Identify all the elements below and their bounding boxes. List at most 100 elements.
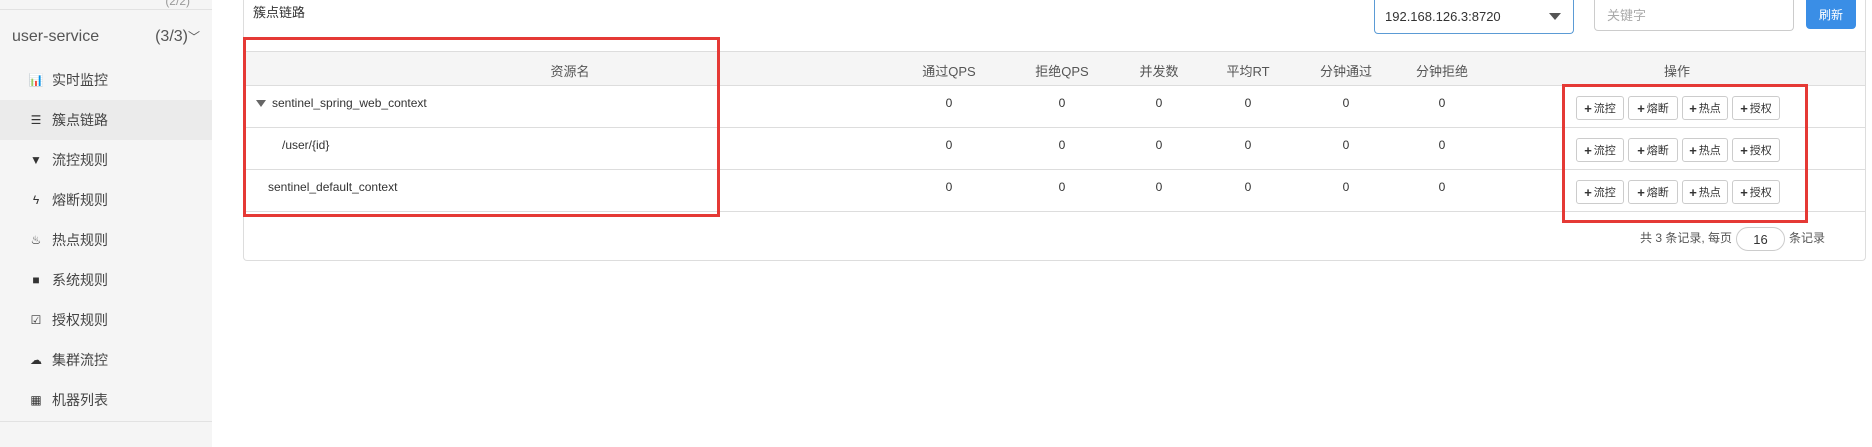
flow-rule-button[interactable]: + 流控	[1576, 180, 1624, 204]
sidebar-item-label: 流控规则	[52, 152, 108, 168]
metric-cell: 0	[1155, 138, 1163, 152]
col-resource-name: 资源名	[550, 64, 590, 79]
caret-down-icon	[1549, 13, 1561, 20]
action-label: 流控	[1593, 103, 1616, 115]
cloud-icon: ☁	[30, 353, 42, 367]
flash-icon: ϟ	[32, 193, 40, 207]
action-label: 热点	[1698, 145, 1721, 157]
sidebar-item-label: 簇点链路	[52, 112, 108, 128]
sidebar-item-label: 授权规则	[52, 312, 108, 328]
metric-cell: 0	[945, 96, 953, 110]
sidebar-item-1[interactable]: ☰ 簇点链路	[0, 100, 212, 140]
degrade-rule-button[interactable]: + 熔断	[1628, 180, 1678, 204]
bar-chart-icon: 📊	[28, 73, 44, 87]
plus-icon: +	[1637, 100, 1645, 116]
sidebar-item-8[interactable]: ▦ 机器列表	[0, 380, 212, 420]
metric-cell: 0	[1244, 96, 1252, 110]
page-size-input[interactable]	[1736, 227, 1785, 251]
caret-down-icon[interactable]	[256, 100, 266, 108]
metric-cell: 0	[1342, 96, 1350, 110]
sidebar-item-6[interactable]: ☑ 授权规则	[0, 300, 212, 340]
hotspot-rule-button[interactable]: + 热点	[1682, 138, 1728, 162]
metric-cell: 0	[1342, 138, 1350, 152]
check-icon: ☑	[30, 313, 42, 327]
sidebar-item-4[interactable]: ♨ 热点规则	[0, 220, 212, 260]
sidebar-item-3[interactable]: ϟ 熔断规则	[0, 180, 212, 220]
sidebar-item-0[interactable]: 📊 实时监控	[0, 60, 212, 100]
col-avg-rt: 平均RT	[1226, 64, 1270, 79]
metric-cell: 0	[1058, 180, 1066, 194]
metric-cell: 0	[1438, 96, 1446, 110]
list-icon: ☰	[30, 113, 42, 127]
authority-rule-button[interactable]: + 授权	[1732, 138, 1780, 162]
col-actions: 操作	[1663, 64, 1691, 79]
previous-app-count: (2/2)	[165, 0, 190, 8]
metric-cell: 0	[1342, 180, 1350, 194]
sidebar-item-5[interactable]: ■ 系统规则	[0, 260, 212, 300]
action-label: 热点	[1698, 187, 1721, 199]
authority-rule-button[interactable]: + 授权	[1732, 96, 1780, 120]
sidebar: (2/2) user-service (3/3) ﹀ 📊 实时监控 ☰ 簇点链路 ▼ 流控…	[0, 0, 212, 447]
sidebar-item-label: 熔断规则	[52, 192, 108, 208]
action-label: 熔断	[1646, 145, 1669, 157]
flow-rule-button[interactable]: + 流控	[1576, 138, 1624, 162]
resource-name: sentinel_spring_web_context	[272, 96, 427, 110]
machine-select-value: 192.168.126.3:8720	[1385, 9, 1501, 24]
previous-app-row: (2/2)	[0, 0, 212, 10]
sidebar-item-label: 机器列表	[52, 392, 108, 408]
sidebar-item-2[interactable]: ▼ 流控规则	[0, 140, 212, 180]
machine-select[interactable]: 192.168.126.3:8720	[1374, 0, 1574, 34]
sidebar-item-label: 集群流控	[52, 352, 108, 368]
action-label: 熔断	[1646, 187, 1669, 199]
plus-icon: +	[1740, 142, 1748, 158]
table-row: sentinel_default_context 0 0 0 0 0 0 + 流控 + 熔断 + 热点 +…	[244, 170, 1865, 212]
hotspot-rule-button[interactable]: + 热点	[1682, 180, 1728, 204]
plus-icon: +	[1584, 184, 1592, 200]
plus-icon: +	[1689, 100, 1697, 116]
metric-cell: 0	[1244, 138, 1252, 152]
resource-name-cell: sentinel_default_context	[268, 180, 397, 194]
action-label: 授权	[1749, 103, 1772, 115]
col-pass-qps: 通过QPS	[922, 64, 976, 79]
plus-icon: +	[1689, 184, 1697, 200]
app-row-user-service[interactable]: user-service (3/3) ﹀	[0, 18, 212, 58]
table-row: sentinel_spring_web_context 0 0 0 0 0 0 + 流控 + 熔断 +…	[244, 86, 1865, 128]
resource-name: sentinel_default_context	[268, 180, 398, 194]
metric-cell: 0	[1438, 180, 1446, 194]
th-list-icon: ▦	[30, 393, 42, 407]
table-row: /user/{id} 0 0 0 0 0 0 + 流控 + 熔断 + 热点 + 授权	[244, 128, 1865, 170]
flow-rule-button[interactable]: + 流控	[1576, 96, 1624, 120]
authority-rule-button[interactable]: + 授权	[1732, 180, 1780, 204]
action-label: 授权	[1749, 145, 1772, 157]
resource-name: /user/{id}	[282, 138, 330, 152]
metric-cell: 0	[1058, 96, 1066, 110]
chevron-down-icon[interactable]: ﹀	[188, 28, 200, 45]
degrade-rule-button[interactable]: + 熔断	[1628, 138, 1678, 162]
sidebar-item-label: 实时监控	[52, 72, 108, 88]
plus-icon: +	[1637, 184, 1645, 200]
action-label: 授权	[1749, 187, 1772, 199]
resource-name-cell: sentinel_spring_web_context	[256, 96, 427, 110]
col-concurrency: 并发数	[1139, 64, 1179, 79]
action-label: 流控	[1593, 187, 1616, 199]
resource-name-cell: /user/{id}	[282, 138, 329, 152]
degrade-rule-button[interactable]: + 熔断	[1628, 96, 1678, 120]
pager-suffix-text: 条记录	[1789, 231, 1826, 245]
metric-cell: 0	[1438, 138, 1446, 152]
app-instance-count: (3/3)	[155, 28, 188, 45]
metric-cell: 0	[1155, 180, 1163, 194]
lock-icon: ■	[32, 273, 40, 287]
sidebar-divider	[0, 421, 212, 422]
metric-cell: 0	[1058, 138, 1066, 152]
pager-total-text: 共 3 条记录, 每页	[1640, 231, 1733, 245]
plus-icon: +	[1584, 142, 1592, 158]
metric-cell: 0	[1155, 96, 1163, 110]
refresh-button[interactable]: 刷新	[1806, 0, 1856, 29]
sidebar-item-7[interactable]: ☁ 集群流控	[0, 340, 212, 380]
action-label: 熔断	[1646, 103, 1669, 115]
metric-cell: 0	[1244, 180, 1252, 194]
keyword-search-input[interactable]	[1594, 0, 1794, 31]
plus-icon: +	[1740, 100, 1748, 116]
table-header: 资源名 通过QPS 拒绝QPS 并发数 平均RT 分钟通过 分钟拒绝 操作	[244, 51, 1865, 86]
hotspot-rule-button[interactable]: + 热点	[1682, 96, 1728, 120]
